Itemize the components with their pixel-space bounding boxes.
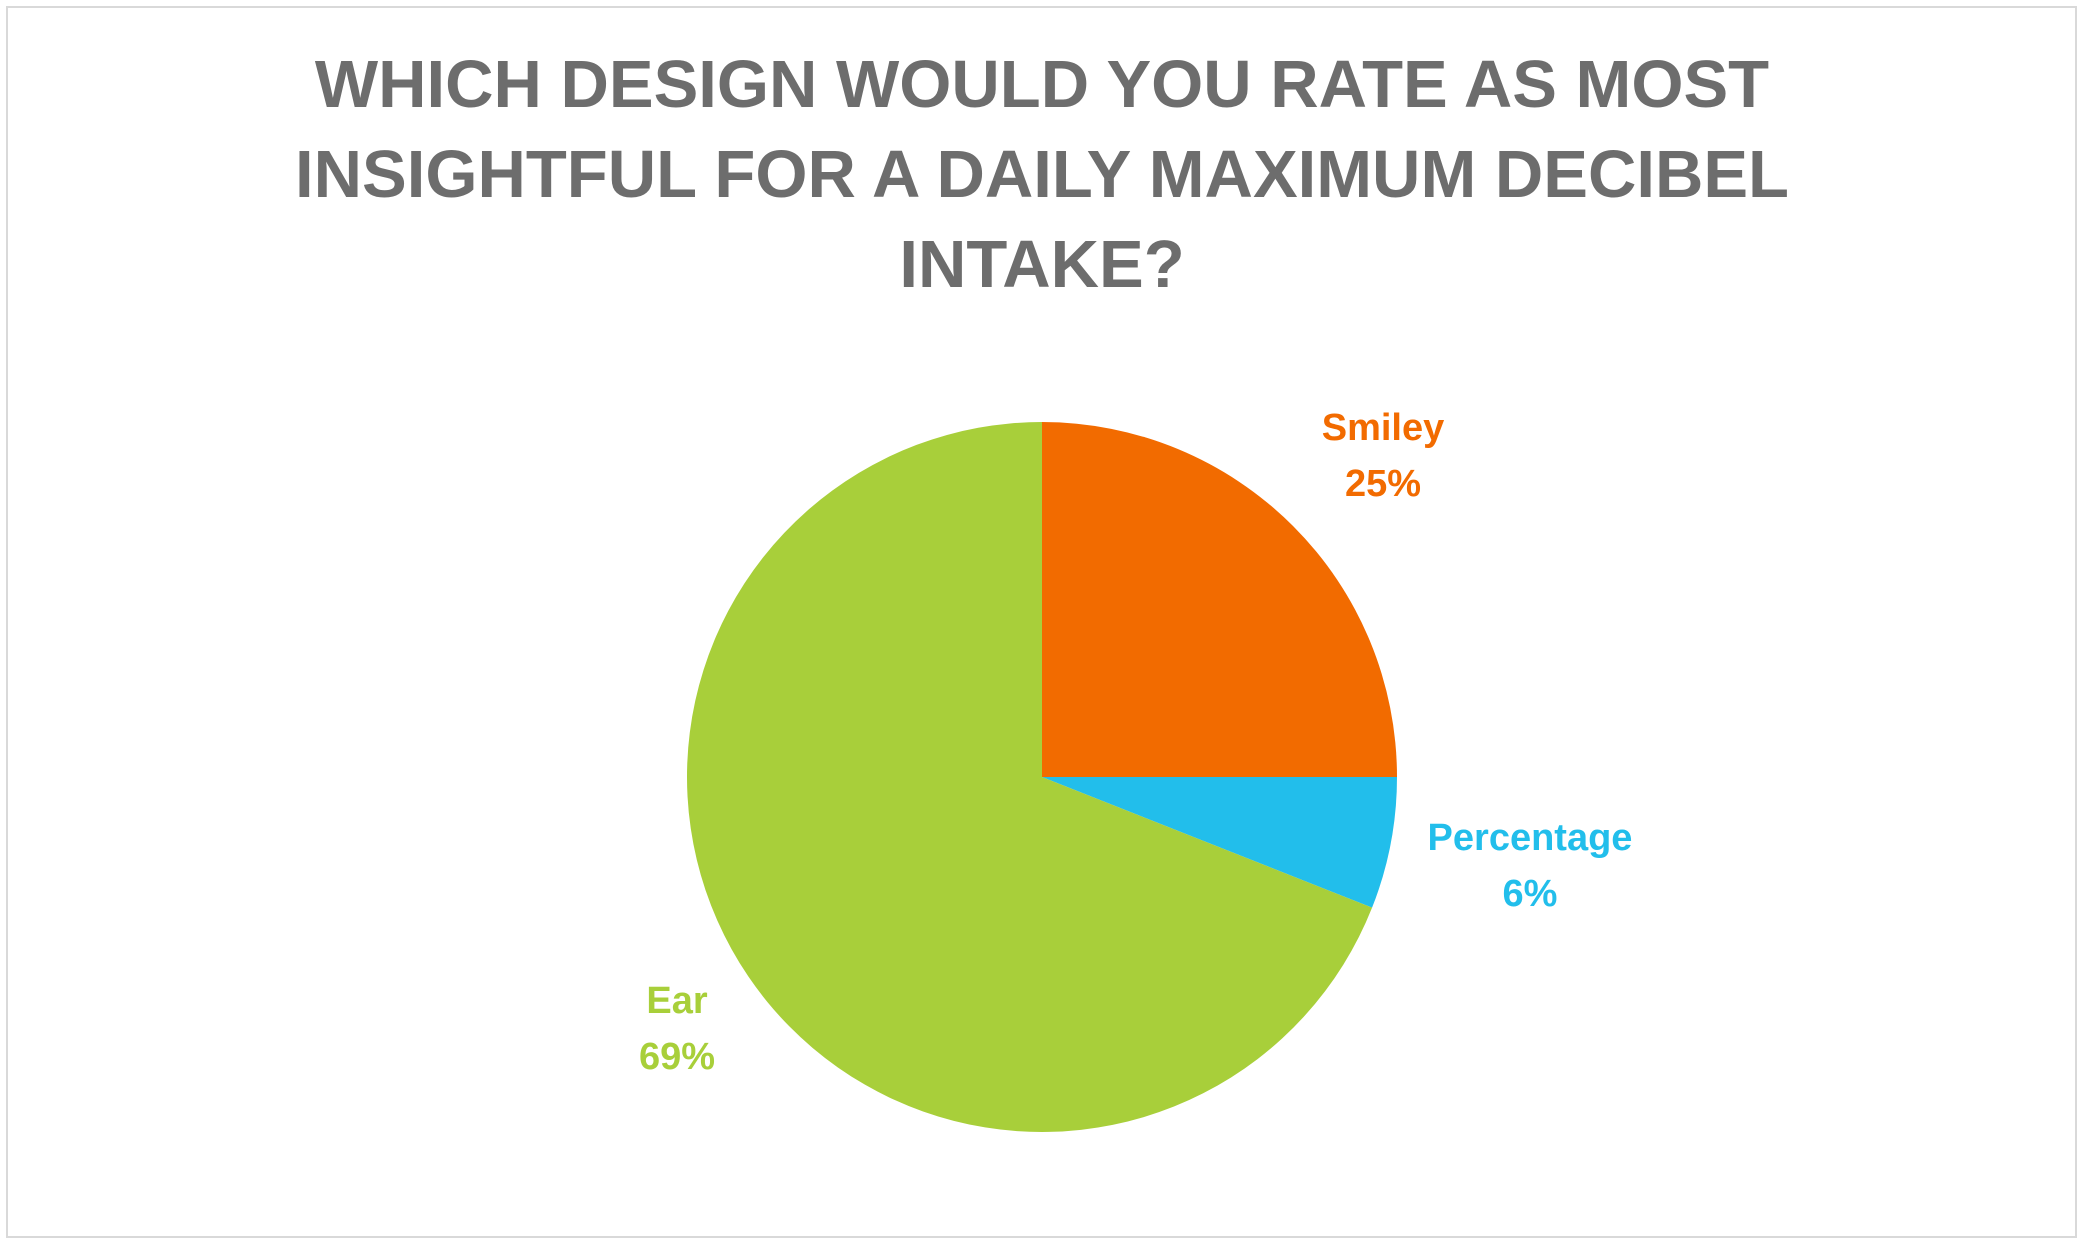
pie-chart: Smiley 25% Percentage 6% Ear 69% xyxy=(639,407,1633,1132)
data-label-smiley-value: 25% xyxy=(1345,463,1421,505)
data-label-percentage-name: Percentage xyxy=(1428,817,1633,859)
data-label-ear-value: 69% xyxy=(639,1036,715,1078)
data-label-smiley-name: Smiley xyxy=(1322,407,1445,449)
data-label-ear-name: Ear xyxy=(646,980,707,1022)
pie-slice-smiley xyxy=(1042,422,1397,777)
data-label-percentage-value: 6% xyxy=(1503,873,1558,915)
pie-slices xyxy=(687,422,1397,1132)
